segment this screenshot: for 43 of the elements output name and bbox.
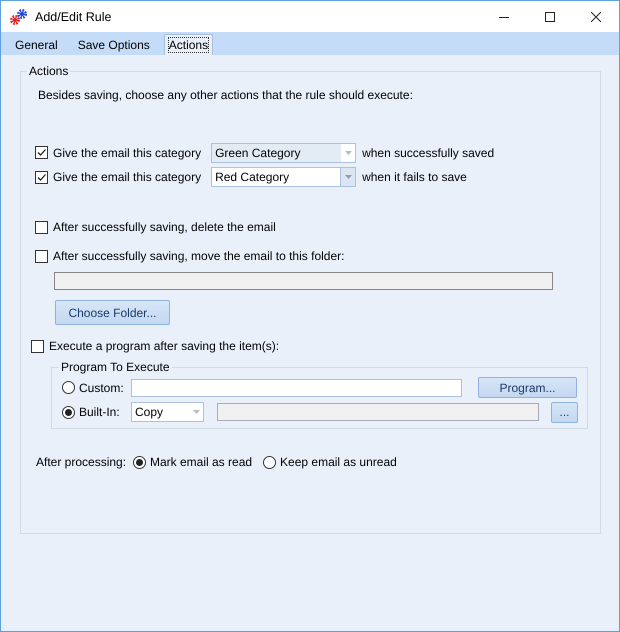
checkbox-label: Give the email this category (53, 146, 202, 160)
checkbox-label: After successfully saving, move the email to this folder: (53, 249, 344, 263)
window-title: Add/Edit Rule (35, 10, 112, 24)
caret-icon (192, 410, 200, 414)
program-button[interactable]: Program... (478, 377, 577, 398)
tab[interactable]: Save Options (68, 35, 160, 55)
arguments-field[interactable] (217, 403, 539, 421)
choose-folder-button[interactable]: Choose Folder... (55, 300, 170, 325)
instruction-text: Besides saving, choose any other actions that the rule should execute: (38, 88, 414, 102)
suffix-text: when it fails to save (362, 170, 467, 184)
category-dropdown[interactable]: Red Category (211, 167, 356, 187)
browse-button[interactable]: ... (551, 402, 578, 422)
checkbox[interactable] (35, 220, 48, 234)
field-label: After processing: (36, 455, 128, 469)
gears-icon (9, 8, 29, 26)
group-title: Actions (27, 64, 70, 78)
checkbox[interactable] (35, 170, 48, 184)
program-dropdown[interactable]: Copy (131, 402, 204, 422)
radio-label: Keep email as unread (280, 455, 397, 469)
radio-button[interactable] (133, 456, 146, 468)
radio-label: Mark email as read (150, 455, 252, 469)
checkbox-label: After successfully saving, delete the email (53, 220, 276, 234)
radio-button[interactable] (263, 456, 276, 468)
tab[interactable]: General (5, 35, 68, 55)
caret-icon (344, 150, 352, 154)
radio-label: Built-In: (79, 405, 121, 419)
checkbox-label: Give the email this category (53, 170, 202, 184)
radio-label: Custom: (79, 380, 125, 394)
group-title: Program To Execute (59, 360, 172, 374)
maximize-icon (545, 12, 555, 22)
checkbox[interactable] (35, 250, 48, 262)
folder-field[interactable] (54, 272, 553, 290)
category-dropdown[interactable]: Green Category (211, 142, 356, 162)
radio-button[interactable] (62, 406, 75, 418)
checkbox-label: Execute a program after saving the item(s): (49, 339, 280, 353)
close-icon (591, 12, 601, 22)
suffix-text: when successfully saved (362, 146, 494, 160)
checkbox[interactable] (35, 146, 48, 159)
custom-program-field[interactable] (131, 378, 462, 396)
caret-icon (344, 175, 352, 179)
checkbox[interactable] (31, 340, 44, 352)
radio-button[interactable] (62, 381, 75, 394)
tab[interactable]: Actions (164, 34, 214, 55)
